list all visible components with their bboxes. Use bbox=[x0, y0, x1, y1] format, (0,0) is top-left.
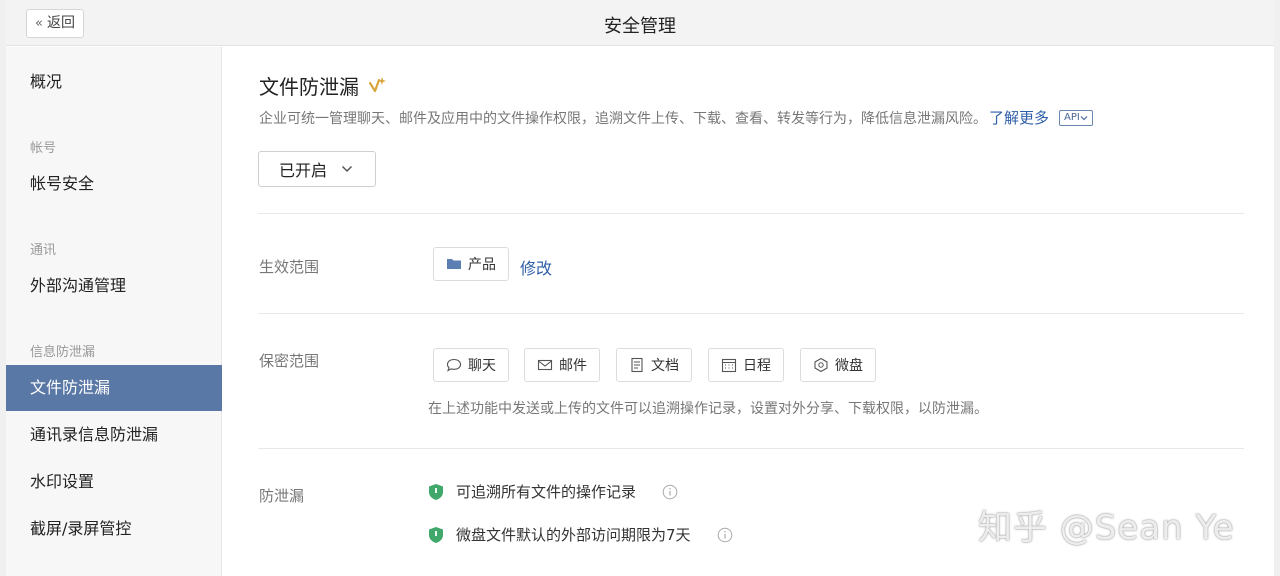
sidebar-item-file-leak[interactable]: 文件防泄漏 bbox=[6, 365, 222, 411]
chip-label: 聊天 bbox=[468, 358, 496, 374]
shield-icon bbox=[429, 526, 443, 543]
secret-chip-chat: 聊天 bbox=[433, 348, 509, 382]
scope-label: 生效范围 bbox=[259, 258, 320, 276]
chip-label: 日程 bbox=[743, 358, 771, 374]
sidebar: 概况 帐号 帐号安全 通讯 外部沟通管理 信息防泄漏 文件防泄漏 通讯录信息防泄… bbox=[6, 47, 222, 576]
mail-icon bbox=[537, 359, 553, 371]
sidebar-group-leak: 信息防泄漏 bbox=[30, 345, 96, 360]
chip-label: 微盘 bbox=[835, 358, 863, 374]
info-icon[interactable] bbox=[662, 484, 678, 500]
calendar-icon bbox=[721, 358, 737, 373]
sidebar-item-screenshot[interactable]: 截屏/录屏管控 bbox=[6, 506, 222, 552]
divider bbox=[258, 448, 1244, 449]
status-value: 已开启 bbox=[279, 161, 328, 180]
chevron-down-icon bbox=[1080, 115, 1088, 120]
folder-icon bbox=[447, 259, 461, 269]
divider bbox=[258, 213, 1244, 214]
api-label: API bbox=[1064, 112, 1080, 123]
sidebar-group-comm: 通讯 bbox=[30, 243, 57, 258]
leak-feature-expiry: 微盘文件默认的外部访问期限为7天 bbox=[428, 524, 733, 545]
secret-chip-mail: 邮件 bbox=[524, 348, 600, 382]
secret-hint: 在上述功能中发送或上传的文件可以追溯操作记录，设置对外分享、下载权限，以防泄漏。 bbox=[428, 401, 988, 417]
chevron-down-icon bbox=[341, 165, 353, 173]
feature-label: 微盘文件默认的外部访问期限为7天 bbox=[456, 526, 691, 544]
top-bar: « 返回 安全管理 bbox=[6, 0, 1274, 46]
leak-label: 防泄漏 bbox=[259, 487, 305, 505]
sidebar-item-contacts-leak[interactable]: 通讯录信息防泄漏 bbox=[6, 412, 222, 458]
section-title-text: 文件防泄漏 bbox=[259, 75, 359, 99]
chat-bubble-icon bbox=[446, 358, 462, 372]
drive-hexagon-icon bbox=[814, 357, 828, 373]
api-dropdown[interactable]: API bbox=[1059, 109, 1093, 126]
secret-chip-doc: 文档 bbox=[616, 348, 692, 382]
secret-chip-calendar: 日程 bbox=[708, 348, 784, 382]
main-content: 文件防泄漏 企业可统一管理聊天、邮件及应用中的文件操作权限，追溯文件上传、下载、… bbox=[222, 47, 1274, 576]
watermark-text: 知乎 @Sean Ye bbox=[978, 508, 1235, 548]
sparkle-icon bbox=[368, 76, 386, 92]
chip-label: 文档 bbox=[651, 358, 679, 374]
secret-label: 保密范围 bbox=[259, 352, 320, 370]
scope-value: 产品 bbox=[468, 257, 496, 273]
section-description: 企业可统一管理聊天、邮件及应用中的文件操作权限，追溯文件上传、下载、查看、转发等… bbox=[259, 107, 1093, 128]
divider bbox=[258, 313, 1244, 314]
sidebar-item-watermark[interactable]: 水印设置 bbox=[6, 459, 222, 505]
document-icon bbox=[631, 357, 643, 373]
sidebar-item-overview[interactable]: 概况 bbox=[6, 59, 222, 105]
scope-chip: 产品 bbox=[433, 247, 509, 281]
shield-icon bbox=[429, 483, 443, 500]
page-title: 安全管理 bbox=[604, 16, 676, 37]
description-text: 企业可统一管理聊天、邮件及应用中的文件操作权限，追溯文件上传、下载、查看、转发等… bbox=[259, 110, 987, 127]
section-title: 文件防泄漏 bbox=[259, 71, 387, 100]
modify-link[interactable]: 修改 bbox=[520, 255, 552, 279]
app-window: « 返回 安全管理 概况 帐号 帐号安全 通讯 外部沟通管理 信息防泄漏 文件防… bbox=[6, 0, 1274, 576]
sidebar-item-external-comm[interactable]: 外部沟通管理 bbox=[6, 263, 222, 309]
leak-feature-trace: 可追溯所有文件的操作记录 bbox=[428, 481, 678, 502]
info-icon[interactable] bbox=[717, 527, 733, 543]
feature-label: 可追溯所有文件的操作记录 bbox=[456, 483, 637, 501]
learn-more-link[interactable]: 了解更多 bbox=[989, 107, 1049, 128]
chip-label: 邮件 bbox=[559, 358, 587, 374]
sidebar-group-account: 帐号 bbox=[30, 141, 57, 156]
secret-chip-drive: 微盘 bbox=[800, 348, 876, 382]
sidebar-item-account-security[interactable]: 帐号安全 bbox=[6, 161, 222, 207]
status-dropdown[interactable]: 已开启 bbox=[258, 151, 376, 187]
